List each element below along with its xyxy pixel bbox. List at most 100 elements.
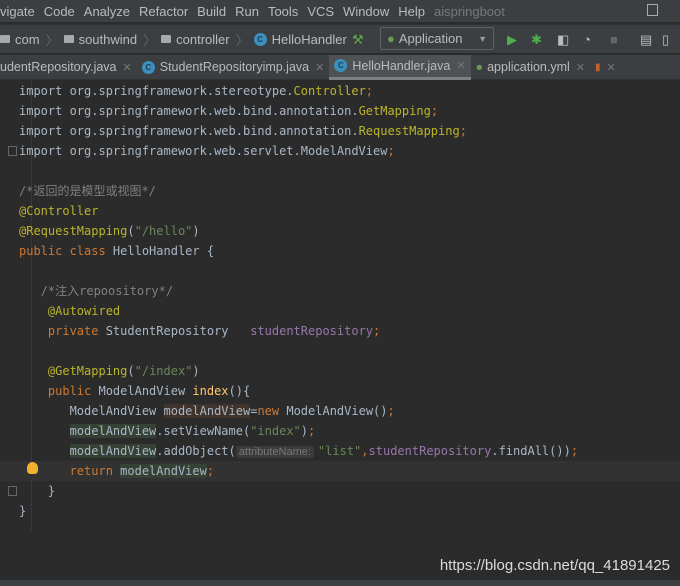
toolbar-more-icon[interactable]: ▯: [662, 32, 669, 48]
folder-icon: [0, 35, 10, 43]
code-editor[interactable]: import org.springframework.stereotype.Co…: [0, 81, 680, 531]
close-icon[interactable]: ✕: [607, 61, 616, 74]
code-token: index: [192, 384, 229, 398]
code-token: HelloHandler {: [112, 244, 215, 258]
tab-studentrepositoryimp[interactable]: C StudentRepositoryimp.java ✕: [137, 55, 330, 80]
code-token: (: [127, 224, 135, 238]
menu-build[interactable]: Build: [197, 4, 226, 19]
class-icon: C: [334, 59, 348, 72]
code-token: ): [192, 364, 200, 378]
code-token: "/index": [134, 364, 193, 378]
watermark: https://blog.csdn.net/qq_41891425: [439, 557, 670, 574]
tab-application-yml[interactable]: ● application.yml ✕: [471, 55, 590, 80]
code-token: (: [127, 364, 135, 378]
tab-label: application.yml: [487, 60, 570, 74]
menu-run[interactable]: Run: [235, 4, 259, 19]
menu-navigate[interactable]: vigate: [0, 4, 35, 19]
editor-tabs: udentRepository.java ✕ C StudentRepository…: [0, 54, 680, 80]
code-token: .setViewName(: [156, 424, 251, 438]
breadcrumb-controller[interactable]: controller: [161, 32, 230, 47]
breadcrumb-label: southwind: [78, 31, 138, 47]
code-line: modelAndView.setViewName("index");: [19, 421, 315, 441]
code-token: ;: [206, 464, 215, 478]
code-line: /*注入repoository*/: [19, 281, 173, 301]
code-token: studentRepository: [250, 324, 374, 338]
code-token: public class: [19, 244, 113, 258]
code-line: modelAndView.addObject(attributeName: "li…: [19, 441, 578, 461]
code-token: modelAndView: [163, 404, 251, 418]
profile-icon[interactable]: ◔: [583, 32, 591, 47]
menu-code[interactable]: Code: [44, 4, 75, 19]
code-token: ;: [570, 444, 579, 458]
run-icon[interactable]: ▶: [507, 32, 517, 48]
tab-label: HelloHandler.java: [352, 58, 451, 73]
breadcrumb-southwind[interactable]: southwind: [63, 31, 138, 47]
run-configuration-dropdown[interactable]: ● Application ▼: [380, 27, 494, 50]
close-icon[interactable]: ✕: [315, 61, 324, 74]
code-token: @GetMapping: [47, 364, 128, 378]
breadcrumb-label: com: [15, 31, 40, 47]
tab-studentrepository[interactable]: udentRepository.java ✕: [0, 55, 137, 80]
menu-analyze[interactable]: Analyze: [84, 4, 130, 19]
fold-icon[interactable]: [8, 146, 17, 156]
code-line: }: [19, 501, 26, 521]
code-token: .findAll()): [491, 444, 571, 458]
code-line: @Autowired: [19, 301, 120, 321]
project-structure-icon[interactable]: ▤: [640, 32, 652, 48]
code-line: import org.springframework.web.bind.anno…: [19, 101, 438, 121]
code-token: }: [19, 484, 56, 498]
code-token: ;: [373, 324, 381, 338]
code-line: private StudentRepository studentReposit…: [19, 321, 380, 341]
code-token: ,: [361, 444, 369, 458]
menu-refactor[interactable]: Refactor: [139, 4, 188, 19]
code-token: public: [47, 384, 99, 398]
breadcrumb-separator: 〉: [235, 32, 249, 48]
folder-icon: [161, 35, 172, 43]
code-token: "/hello": [134, 224, 193, 238]
code-token: ): [300, 424, 309, 438]
tab-label: udentRepository.java: [0, 60, 117, 74]
navigation-bar: com 〉 southwind 〉 controller 〉 C HelloHandle…: [0, 24, 680, 53]
debug-icon[interactable]: ✱: [531, 32, 542, 48]
code-token: @Autowired: [47, 304, 121, 318]
maximize-button[interactable]: [647, 4, 658, 16]
menu-window[interactable]: Window: [343, 4, 389, 19]
code-token: new: [257, 404, 287, 418]
code-token: ;: [308, 424, 316, 438]
menu-tools[interactable]: Tools: [268, 4, 298, 19]
breadcrumb-separator: 〉: [143, 32, 157, 48]
close-icon[interactable]: ✕: [576, 61, 585, 74]
code-token: return: [69, 464, 121, 478]
menu-vcs[interactable]: VCS: [307, 4, 334, 19]
close-icon[interactable]: ✕: [456, 59, 465, 72]
code-token: ;: [430, 104, 439, 118]
code-token: /*返回的是模型或视图*/: [19, 184, 156, 198]
build-hammer-icon[interactable]: ⚒: [352, 32, 364, 48]
code-line: @Controller: [19, 201, 98, 221]
tab-label: StudentRepositoryimp.java: [159, 60, 310, 74]
tab-hellohandler[interactable]: C HelloHandler.java ✕: [329, 54, 471, 80]
run-configuration-label: Application: [398, 31, 463, 46]
class-icon: C: [141, 60, 155, 74]
stop-icon[interactable]: ■: [610, 32, 618, 47]
folder-icon: [63, 35, 74, 43]
tab-js-file[interactable]: ▮ ✕: [590, 55, 621, 80]
coverage-icon[interactable]: ◧: [557, 32, 569, 48]
breadcrumb-hellohandler[interactable]: C HelloHandler: [253, 32, 347, 47]
code-token: }: [19, 504, 27, 518]
code-token: ;: [387, 404, 395, 418]
code-token: GetMapping: [358, 104, 431, 118]
code-token: (){: [228, 384, 251, 398]
code-line: import org.springframework.web.bind.anno…: [19, 121, 467, 141]
close-icon[interactable]: ✕: [123, 61, 132, 74]
fold-icon[interactable]: [8, 486, 17, 496]
code-line: }: [19, 481, 55, 501]
breadcrumb-com[interactable]: com: [0, 32, 40, 47]
menu-help[interactable]: Help: [398, 4, 425, 19]
code-token: private: [47, 324, 106, 338]
code-token: import org.springframework.web.bind.anno…: [19, 104, 359, 118]
code-token: ;: [387, 144, 395, 158]
